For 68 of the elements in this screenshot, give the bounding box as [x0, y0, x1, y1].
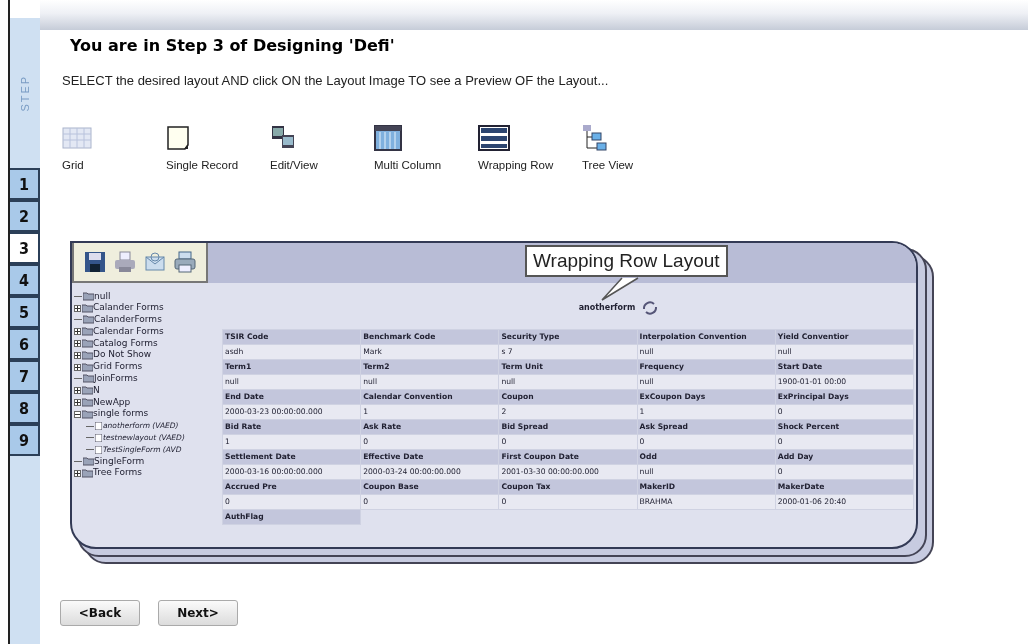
expand-toggle[interactable]	[74, 340, 81, 348]
refresh-icon	[641, 298, 660, 317]
folder-icon	[82, 386, 93, 396]
instruction-text: SELECT the desired layout AND click ON the Layout Image TO see a Preview OF the Layout...	[62, 72, 610, 90]
step-tab[interactable]: 6	[10, 328, 40, 360]
tree-item[interactable]: SingleForm	[94, 455, 145, 468]
back-button[interactable]: <Back	[60, 599, 140, 626]
step-tab[interactable]: 2	[10, 200, 40, 232]
folder-icon	[83, 315, 94, 325]
tree-item[interactable]: single forms	[93, 408, 149, 421]
page-icon	[166, 124, 190, 151]
expand-toggle[interactable]	[74, 351, 81, 359]
folder-icon	[83, 291, 94, 301]
step-tab[interactable]: 1	[10, 168, 40, 200]
folder-icon	[83, 457, 94, 467]
save-icon	[84, 250, 106, 273]
step-tab[interactable]: 9	[10, 424, 40, 456]
layout-label[interactable]: Multi Column	[374, 156, 442, 174]
expand-toggle[interactable]	[74, 304, 81, 312]
step-label: STEP	[17, 74, 32, 112]
expand-toggle[interactable]	[74, 328, 81, 336]
tree-item[interactable]: Do Not Show	[93, 349, 152, 362]
form-title: anotherform	[578, 303, 636, 312]
folder-icon	[82, 409, 93, 419]
tree-item[interactable]: N	[93, 384, 100, 397]
expand-toggle[interactable]	[74, 399, 81, 407]
printer-icon	[114, 250, 136, 273]
layout-label[interactable]: Single Record	[166, 156, 239, 174]
step-tab[interactable]: 7	[10, 360, 40, 392]
expand-toggle[interactable]	[74, 387, 81, 395]
folder-icon	[82, 327, 93, 337]
layout-label[interactable]: Wrapping Row	[478, 156, 554, 174]
folder-icon	[82, 398, 93, 408]
tree-item[interactable]: Catalog Forms	[93, 337, 158, 350]
grid-icon	[62, 124, 92, 151]
tree-item[interactable]: Grid Forms	[93, 361, 143, 374]
expand-toggle[interactable]	[74, 410, 81, 418]
layout-label[interactable]: Grid	[62, 156, 84, 174]
rows-icon	[478, 124, 510, 151]
next-button[interactable]: Next>	[158, 599, 238, 626]
page-title: You are in Step 3 of Designing 'Defi'	[70, 36, 396, 55]
tree-icon	[582, 123, 608, 151]
step-tab[interactable]: 5	[10, 296, 40, 328]
tree-item[interactable]: Calendar Forms	[93, 325, 164, 338]
columns-icon	[374, 124, 402, 151]
folder-icon	[83, 374, 94, 384]
layout-label[interactable]: Tree View	[582, 156, 634, 174]
expand-toggle[interactable]	[74, 363, 81, 371]
expand-toggle[interactable]	[74, 469, 81, 477]
step-tab[interactable]: 3	[10, 232, 40, 264]
callout-tail	[600, 276, 640, 301]
printer-icon	[174, 250, 196, 273]
tree-item[interactable]: CalanderForms	[94, 314, 162, 326]
tree-item[interactable]: Calander Forms	[93, 302, 164, 315]
folder-icon	[82, 468, 93, 478]
folder-icon	[82, 350, 93, 360]
tree-item[interactable]: Tree Forms	[93, 467, 142, 480]
windows-icon	[270, 124, 296, 151]
tree-item[interactable]: null	[94, 290, 111, 303]
step-tab[interactable]: 4	[10, 264, 40, 296]
layout-label[interactable]: Edit/View	[270, 156, 318, 174]
mail-icon	[144, 250, 166, 273]
folder-icon	[82, 339, 93, 349]
tree-item[interactable]: NewApp	[93, 396, 131, 409]
tree-item[interactable]: JoinForms	[94, 373, 138, 385]
step-tab[interactable]: 8	[10, 392, 40, 424]
folder-icon	[82, 303, 93, 313]
folder-icon	[82, 362, 93, 372]
